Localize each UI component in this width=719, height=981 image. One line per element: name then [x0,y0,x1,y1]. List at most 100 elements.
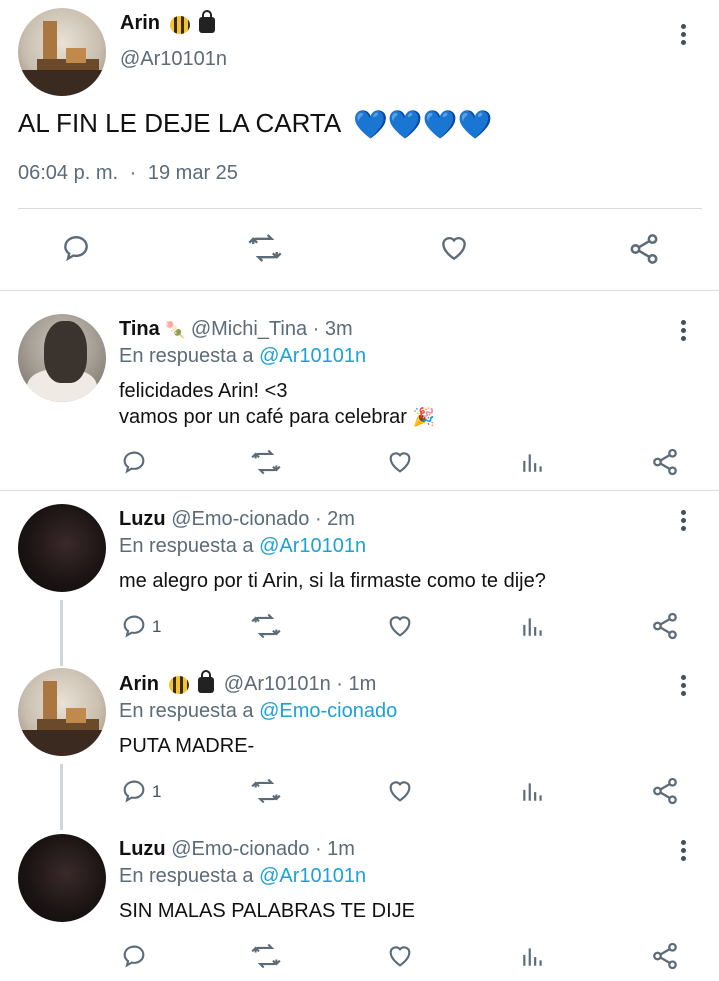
stats-button[interactable] [520,448,546,476]
dot-separator: · [314,508,328,530]
reply-context: En respuesta a @Emo-cionado [119,700,397,723]
main-tweet-timestamp-row: 06:04 p. m. · 19 mar 25 [18,162,238,185]
like-button[interactable] [437,232,471,264]
comment-icon [123,615,145,638]
main-author-name[interactable]: Arin [120,12,160,34]
reply-time: 3m [324,318,353,340]
share-button[interactable] [650,776,680,806]
share-button[interactable] [650,941,680,971]
avatar-luzu[interactable] [18,504,106,592]
reply-button[interactable] [120,942,148,970]
blue-hearts-emoji: 💙💙💙💙 [352,109,493,141]
reply-text-line-1: PUTA MADRE- [119,735,255,757]
reply-text-line-1: me alegro por ti Arin, si la firmaste co… [119,570,546,592]
reply-author-name[interactable]: Tina [119,318,160,340]
heart-icon [389,946,411,967]
more-vertical-icon[interactable] [680,675,688,699]
reply-header: Luzu @Emo-cionado · 2m [119,508,355,531]
reply-time: 1m [327,838,355,860]
more-vertical-icon[interactable] [680,320,688,344]
share-icon [653,448,677,476]
bee-emoji-icon [170,15,191,34]
retweet-icon [251,449,281,475]
reply-button[interactable] [120,448,148,476]
dango-emoji: 🍡 [165,322,186,339]
share-icon [653,777,677,805]
like-button[interactable] [385,612,415,640]
share-button[interactable] [650,611,680,641]
divider [18,208,702,209]
thread-line [60,764,63,830]
heart-icon [389,616,411,637]
reply-context: En respuesta a @Ar10101n [119,865,366,888]
retweet-icon [251,613,281,639]
avatar-arin[interactable] [18,8,106,96]
comment-icon [123,451,145,474]
more-vertical-icon[interactable] [680,510,688,534]
like-button[interactable] [385,448,415,476]
dot-separator: · [314,838,328,860]
stats-icon [523,454,542,472]
share-icon [630,234,658,264]
comment-icon [64,235,88,262]
reply-header: Luzu @Emo-cionado · 1m [119,838,355,861]
reply-count: 1 [152,617,162,636]
reply-count: 1 [152,782,162,801]
like-button[interactable] [385,942,415,970]
stats-button[interactable] [520,612,546,640]
reply-author-handle[interactable]: @Ar10101n [224,673,331,695]
retweet-icon [251,778,281,804]
retweet-button[interactable] [251,448,281,476]
main-author-row: Arin [120,9,215,35]
reply-text-line-1: felicidades Arin! <3 [119,380,288,402]
reply-author-name[interactable]: Luzu [119,508,166,530]
stats-icon [523,783,542,801]
stats-button[interactable] [520,942,546,970]
reply-author-name[interactable]: Luzu [119,838,166,860]
avatar-arin[interactable] [18,668,106,756]
main-author-handle[interactable]: @Ar10101n [120,48,227,71]
thread-line [60,600,63,666]
reply-button[interactable] [60,232,92,264]
reply-button[interactable] [120,612,148,640]
reply-author-handle[interactable]: @Michi_Tina [191,318,307,340]
more-vertical-icon[interactable] [680,24,688,48]
more-vertical-icon[interactable] [680,840,688,864]
dot-separator: · [312,318,325,340]
share-button[interactable] [627,232,661,266]
reply-author-handle[interactable]: @Emo-cionado [171,508,309,530]
reply-prefix: En respuesta a [119,345,254,367]
main-tweet-time: 06:04 p. m. [18,162,119,184]
retweet-button[interactable] [251,942,281,970]
share-button[interactable] [650,447,680,477]
retweet-icon [248,234,282,262]
share-icon [653,612,677,640]
reply-context: En respuesta a @Ar10101n [119,535,366,558]
reply-author-name[interactable]: Arin [119,673,159,695]
dot-separator: · [336,673,349,695]
share-icon [653,942,677,970]
reply-time: 2m [327,508,355,530]
stats-button[interactable] [520,777,546,805]
reply-author-handle[interactable]: @Emo-cionado [171,838,309,860]
retweet-button[interactable] [248,232,282,264]
reply-to-handle[interactable]: @Emo-cionado [259,700,397,722]
comment-icon [123,945,145,968]
reply-text-line-2: vamos por un café para celebrar [119,406,407,428]
party-emoji: 🎉 [412,407,435,427]
divider [0,290,719,291]
reply-to-handle[interactable]: @Ar10101n [259,535,366,557]
reply-prefix: En respuesta a [119,865,254,887]
like-button[interactable] [385,777,415,805]
reply-button[interactable] [120,777,148,805]
avatar-tina[interactable] [18,314,106,402]
avatar-luzu[interactable] [18,834,106,922]
reply-header: Tina 🍡 @Michi_Tina · 3m [119,318,353,341]
retweet-button[interactable] [251,777,281,805]
retweet-button[interactable] [251,612,281,640]
lock-icon [198,669,215,693]
reply-to-handle[interactable]: @Ar10101n [259,345,366,367]
reply-to-handle[interactable]: @Ar10101n [259,865,366,887]
main-tweet-date: 19 mar 25 [147,162,238,184]
stats-icon [523,618,542,636]
